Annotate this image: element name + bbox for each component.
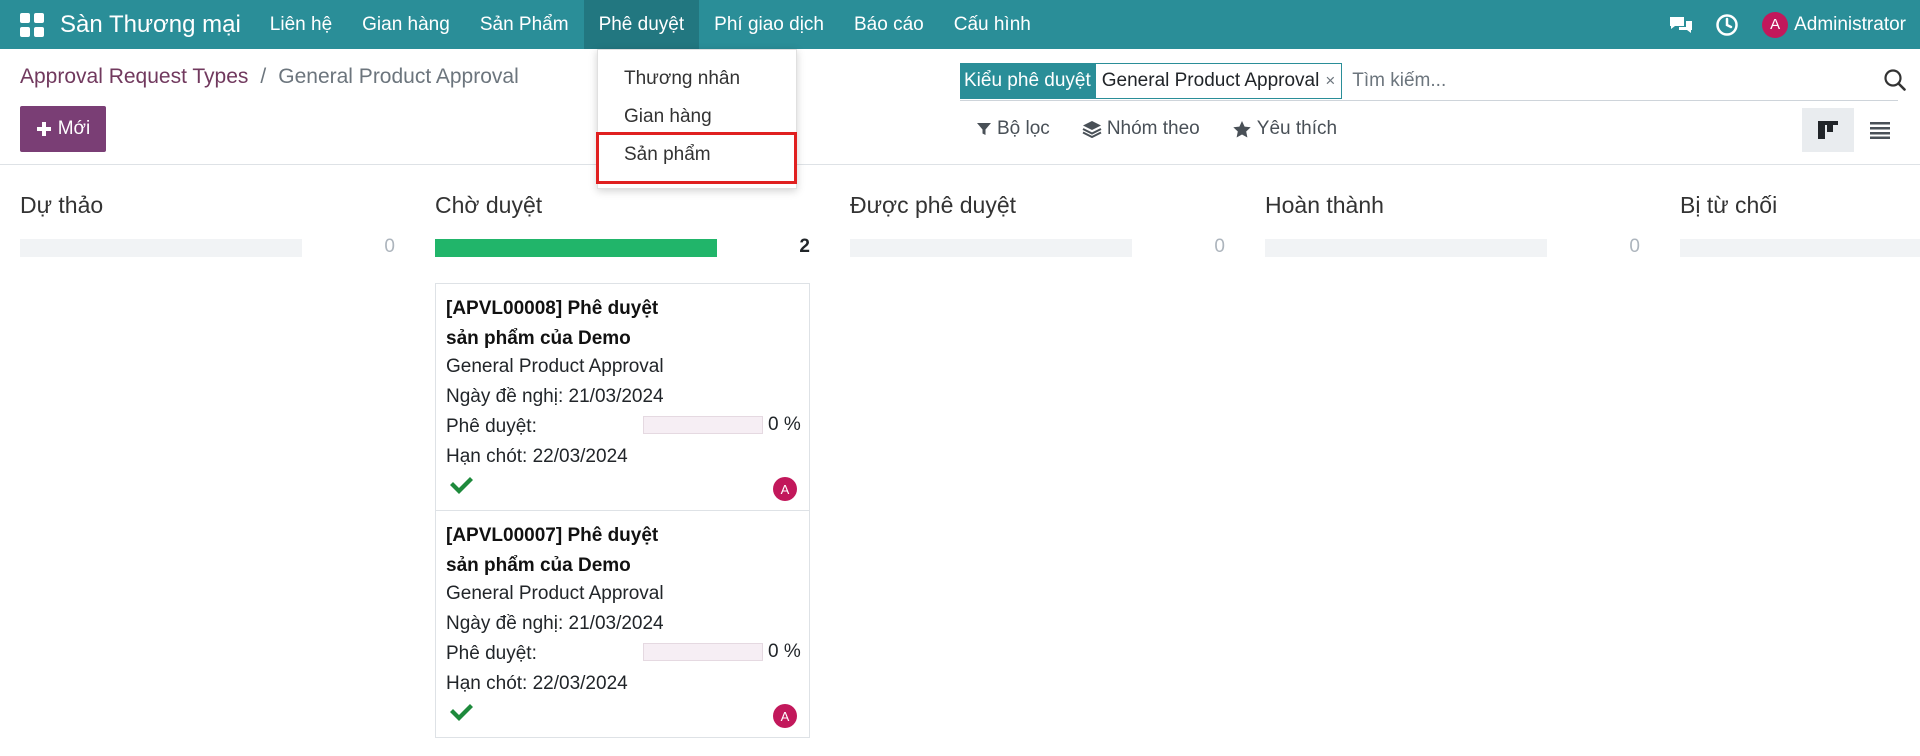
column-title: Bị từ chối bbox=[1680, 192, 1778, 218]
search-options: Bộ lọc Nhóm theo Yêu thích bbox=[976, 118, 1337, 140]
card-title: [APVL00007] Phê duyệt sản phẩm của Demo bbox=[446, 525, 659, 576]
list-icon bbox=[1870, 122, 1890, 139]
column-progress-bar[interactable] bbox=[435, 239, 717, 257]
dropdown-item-merchants[interactable]: Thương nhân bbox=[624, 68, 740, 90]
card-avatar[interactable]: A bbox=[773, 477, 797, 501]
breadcrumb-current: General Product Approval bbox=[278, 65, 519, 88]
card-approval-label: Phê duyệt: bbox=[446, 643, 537, 664]
user-name[interactable]: Administrator bbox=[1794, 14, 1906, 36]
kanban-card[interactable]: [APVL00007] Phê duyệt sản phẩm của Demo … bbox=[435, 510, 810, 738]
main-menu: Liên hệ Gian hàng Sản Phẩm Phê duyệt Phí… bbox=[255, 0, 1046, 49]
new-button[interactable]: Mới bbox=[20, 106, 106, 152]
search-icon[interactable] bbox=[1882, 67, 1910, 95]
kanban-icon bbox=[1818, 121, 1838, 139]
menu-item-products[interactable]: Sản Phẩm bbox=[465, 0, 584, 49]
kanban-column-done: Hoàn thành 0 bbox=[1265, 166, 1660, 756]
progress-fill bbox=[435, 239, 717, 257]
column-progress-bar[interactable] bbox=[850, 239, 1132, 257]
column-count: 2 bbox=[799, 236, 810, 257]
menu-item-contacts[interactable]: Liên hệ bbox=[255, 0, 347, 49]
facet-remove-icon[interactable]: × bbox=[1325, 71, 1335, 91]
group-by-button[interactable]: Nhóm theo bbox=[1082, 118, 1200, 140]
group-by-label: Nhóm theo bbox=[1106, 118, 1200, 139]
card-type: General Product Approval bbox=[446, 356, 664, 377]
clock-icon[interactable] bbox=[1714, 12, 1740, 38]
column-count: 0 bbox=[384, 236, 395, 257]
column-progress-bar[interactable] bbox=[1680, 239, 1920, 257]
breadcrumb-separator: / bbox=[260, 65, 267, 88]
check-icon[interactable] bbox=[448, 474, 474, 496]
column-title: Dự thảo bbox=[20, 192, 104, 218]
dropdown-item-stores[interactable]: Gian hàng bbox=[624, 106, 712, 128]
approval-dropdown-menu: Thương nhân Gian hàng Sản phẩm bbox=[596, 49, 797, 189]
column-title: Được phê duyệt bbox=[850, 192, 1017, 218]
search-facet-value: General Product Approval bbox=[1101, 69, 1320, 91]
card-deadline: Hạn chót: 22/03/2024 bbox=[446, 673, 628, 694]
kanban-column-pending: Chờ duyệt 2 [APVL00008] Phê duyệt sản ph… bbox=[435, 166, 830, 756]
navbar-right: A Administrator bbox=[1658, 0, 1920, 49]
card-approval-pct: 0 % bbox=[768, 414, 801, 435]
filter-label: Bộ lọc bbox=[997, 118, 1050, 139]
kanban-column-approved: Được phê duyệt 0 bbox=[850, 166, 1245, 756]
column-title: Chờ duyệt bbox=[435, 192, 543, 218]
control-panel: Approval Request Types / General Product… bbox=[0, 49, 1920, 165]
card-approval-progress bbox=[643, 643, 763, 661]
menu-item-approval[interactable]: Phê duyệt bbox=[583, 0, 700, 49]
favorites-label: Yêu thích bbox=[1256, 118, 1338, 139]
chat-icon[interactable] bbox=[1668, 12, 1694, 38]
card-title: [APVL00008] Phê duyệt sản phẩm của Demo bbox=[446, 298, 659, 349]
column-count: 0 bbox=[1214, 236, 1225, 257]
card-approval-pct: 0 % bbox=[768, 641, 801, 662]
layers-icon bbox=[1082, 121, 1102, 138]
column-progress-bar[interactable] bbox=[20, 239, 302, 257]
search-facet: General Product Approval × bbox=[1094, 62, 1343, 99]
apps-icon[interactable] bbox=[20, 12, 44, 37]
kanban-column-rejected: Bị từ chối bbox=[1680, 166, 1920, 756]
kanban-view-button[interactable] bbox=[1802, 108, 1854, 152]
plus-icon bbox=[36, 122, 51, 136]
card-deadline: Hạn chót: 22/03/2024 bbox=[446, 446, 628, 467]
top-navbar: Sàn Thương mại Liên hệ Gian hàng Sản Phẩ… bbox=[0, 0, 1920, 49]
kanban-card[interactable]: [APVL00008] Phê duyệt sản phẩm của Demo … bbox=[435, 283, 810, 511]
column-progress-bar[interactable] bbox=[1265, 239, 1547, 257]
column-count: 0 bbox=[1629, 236, 1640, 257]
user-avatar[interactable]: A bbox=[1762, 11, 1789, 38]
card-approval-progress bbox=[643, 416, 763, 434]
menu-item-reports[interactable]: Báo cáo bbox=[839, 0, 939, 49]
star-icon bbox=[1233, 120, 1251, 137]
search-input[interactable] bbox=[1352, 69, 1833, 92]
card-request-date: Ngày đề nghị: 21/03/2024 bbox=[446, 613, 664, 634]
search-facet-label: Kiểu phê duyệt bbox=[960, 62, 1095, 99]
card-avatar[interactable]: A bbox=[773, 704, 797, 728]
card-approval-label: Phê duyệt: bbox=[446, 416, 537, 437]
app-name[interactable]: Sàn Thương mại bbox=[60, 11, 241, 39]
new-button-label: Mới bbox=[57, 118, 91, 139]
check-icon[interactable] bbox=[448, 701, 474, 723]
search-bar: Kiểu phê duyệt General Product Approval … bbox=[960, 61, 1906, 101]
kanban-board: Dự thảo 0 Chờ duyệt 2 [APVL00008] Phê du… bbox=[0, 166, 1920, 756]
list-view-button[interactable] bbox=[1854, 108, 1906, 152]
menu-item-config[interactable]: Cấu hình bbox=[939, 0, 1046, 49]
breadcrumb: Approval Request Types / General Product… bbox=[20, 65, 519, 89]
filter-button[interactable]: Bộ lọc bbox=[976, 118, 1050, 140]
column-title: Hoàn thành bbox=[1265, 192, 1384, 218]
kanban-column-draft: Dự thảo 0 bbox=[20, 166, 415, 756]
view-switcher bbox=[1802, 108, 1906, 152]
breadcrumb-parent[interactable]: Approval Request Types bbox=[20, 65, 248, 89]
card-request-date: Ngày đề nghị: 21/03/2024 bbox=[446, 386, 664, 407]
card-type: General Product Approval bbox=[446, 583, 664, 604]
menu-item-stores[interactable]: Gian hàng bbox=[347, 0, 465, 49]
filter-icon bbox=[977, 123, 991, 135]
favorites-button[interactable]: Yêu thích bbox=[1232, 118, 1337, 140]
menu-item-fees[interactable]: Phí giao dịch bbox=[699, 0, 839, 49]
highlight-box bbox=[596, 132, 797, 184]
